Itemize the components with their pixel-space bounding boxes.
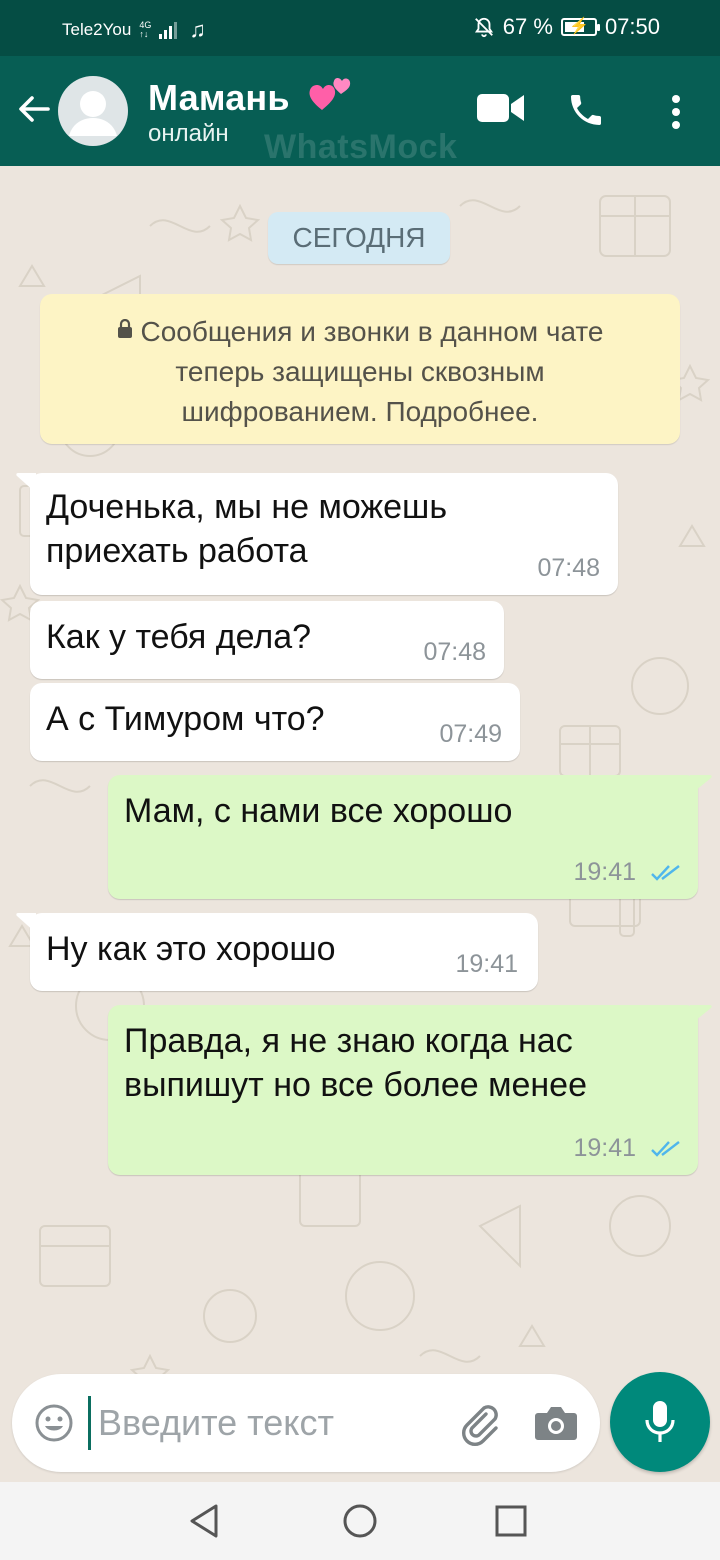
avatar[interactable]	[58, 76, 128, 146]
contact-name-label: Мамань	[148, 77, 290, 118]
mute-icon	[474, 17, 493, 38]
message-incoming[interactable]: А с Тимуром что? 07:49	[30, 683, 520, 761]
message-time: 07:48	[537, 554, 600, 582]
voice-message-button[interactable]	[610, 1372, 710, 1472]
message-time: 07:48	[423, 638, 486, 666]
message-text: А с Тимуром что?	[46, 700, 325, 738]
message-text: Правда, я не знаю когда нас выпишут но в…	[124, 1019, 587, 1107]
message-time: 19:41	[573, 858, 636, 886]
bubble-tail-icon	[690, 775, 712, 795]
network-type: 4G ↑↓	[139, 20, 152, 39]
message-line: приехать работа	[46, 532, 308, 570]
message-line: Доченька, мы не можешь	[46, 488, 448, 526]
message-text: Мам, с нами все хорошо	[124, 792, 513, 830]
message-composer	[12, 1374, 600, 1472]
message-line: Правда, я не знаю когда нас	[124, 1022, 573, 1060]
message-time: 19:41	[455, 950, 518, 978]
avatar-placeholder-icon	[69, 91, 117, 136]
encryption-text: Сообщения и звонки в данном чате теперь …	[140, 316, 604, 427]
nav-back-icon[interactable]	[186, 1502, 224, 1540]
status-right: 67 % ⚡ 07:50	[473, 14, 660, 40]
message-time: 19:41	[573, 1134, 636, 1162]
message-text: Как у тебя дела?	[46, 618, 312, 656]
music-note-icon: ♫	[189, 17, 206, 42]
more-menu-icon[interactable]	[664, 94, 688, 130]
phone-call-icon[interactable]	[566, 90, 606, 130]
nav-home-icon[interactable]	[341, 1502, 379, 1540]
emoji-icon[interactable]	[34, 1403, 74, 1443]
video-call-icon[interactable]	[476, 90, 526, 126]
encryption-notice[interactable]: Сообщения и звонки в данном чате теперь …	[40, 294, 680, 444]
status-left: Tele2You 4G ↑↓ ♫	[62, 17, 206, 43]
date-chip: СЕГОДНЯ	[268, 212, 450, 264]
bubble-tail-icon	[16, 913, 36, 933]
message-input[interactable]	[98, 1396, 438, 1450]
status-bar: Tele2You 4G ↑↓ ♫ 67 % ⚡ 07:50	[0, 0, 720, 56]
camera-icon[interactable]	[534, 1404, 578, 1442]
carrier-label: Tele2You	[62, 20, 132, 39]
contact-name[interactable]: Мамань	[148, 74, 354, 119]
message-incoming[interactable]: Как у тебя дела? 07:48	[30, 601, 504, 679]
lock-icon	[117, 319, 132, 338]
signal-icon	[159, 21, 178, 39]
attach-icon[interactable]	[456, 1400, 504, 1448]
read-ticks-icon	[651, 1141, 680, 1157]
bubble-tail-icon	[16, 473, 36, 493]
two-hearts-icon	[309, 78, 351, 110]
chat-header: Мамань онлайн WhatsMock	[0, 56, 720, 166]
message-outgoing[interactable]: Мам, с нами все хорошо 19:41	[108, 775, 698, 899]
clock: 07:50	[604, 14, 660, 39]
chat-area[interactable]: СЕГОДНЯ Сообщения и звонки в данном чате…	[0, 166, 720, 1376]
message-line: выпишут но все более менее	[124, 1066, 587, 1104]
watermark: WhatsMock	[264, 128, 458, 166]
message-incoming[interactable]: Доченька, мы не можешь приехать работа 0…	[30, 473, 618, 595]
nav-recents-icon[interactable]	[494, 1504, 528, 1538]
system-nav-bar	[0, 1482, 720, 1560]
message-text: Доченька, мы не можешь приехать работа	[46, 485, 447, 573]
message-time: 07:49	[439, 720, 502, 748]
mic-icon	[645, 1401, 675, 1442]
message-incoming[interactable]: Ну как это хорошо 19:41	[30, 913, 538, 991]
message-outgoing[interactable]: Правда, я не знаю когда нас выпишут но в…	[108, 1005, 698, 1175]
bubble-tail-icon	[690, 1005, 712, 1025]
text-cursor	[88, 1396, 91, 1450]
read-ticks-icon	[651, 865, 680, 881]
message-text: Ну как это хорошо	[46, 930, 336, 968]
contact-status: онлайн	[148, 120, 229, 147]
battery-percent: 67 %	[502, 14, 553, 39]
back-arrow-icon[interactable]	[14, 89, 54, 129]
battery-icon: ⚡	[560, 18, 600, 36]
